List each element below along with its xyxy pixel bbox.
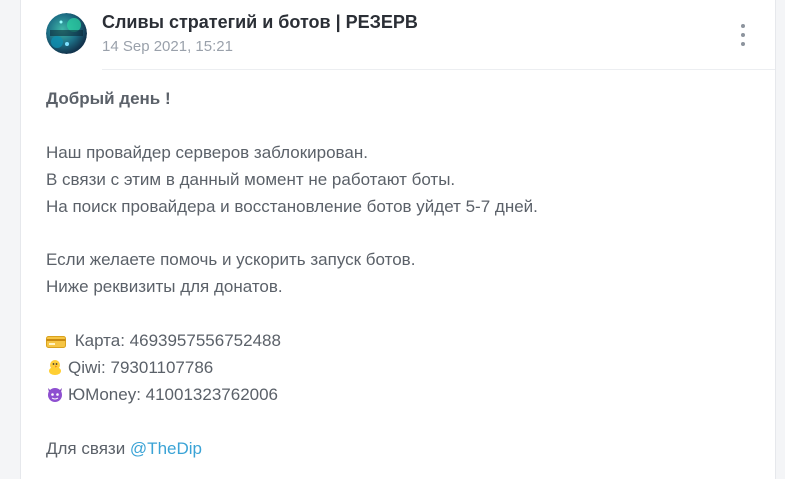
contact-line: Для связи @TheDip — [46, 439, 202, 459]
payment-card-line: Карта: 4693957556752488 — [46, 331, 281, 354]
message-line: Ниже реквизиты для донатов. — [46, 277, 283, 296]
message-line: Если желаете помочь и ускорить запуск бо… — [46, 250, 416, 269]
more-vertical-icon[interactable] — [733, 22, 753, 48]
payment-qiwi-line: Qiwi: 79301107786 — [46, 358, 213, 381]
purple-devil-icon — [46, 385, 64, 408]
chick-icon — [46, 358, 64, 381]
channel-title[interactable]: Сливы стратегий и ботов | РЕЗЕРВ — [102, 12, 418, 33]
greeting-text: Добрый день ! — [46, 89, 171, 108]
message-line: На поиск провайдера и восстановление бот… — [46, 197, 538, 216]
post-card: Сливы стратегий и ботов | РЕЗЕРВ 14 Sep … — [20, 0, 776, 479]
payment-qiwi-text: Qiwi: 79301107786 — [68, 358, 214, 377]
message-line: Наш провайдер серверов заблокирован. — [46, 143, 368, 162]
header-divider — [102, 69, 775, 70]
channel-avatar[interactable] — [46, 13, 87, 54]
post-header: Сливы стратегий и ботов | РЕЗЕРВ 14 Sep … — [21, 0, 775, 70]
payment-card-text: Карта: 4693957556752488 — [70, 331, 281, 350]
credit-card-icon — [46, 334, 66, 354]
payment-yoomoney-line: ЮMoney: 41001323762006 — [46, 385, 278, 408]
channel-logo-icon — [46, 13, 87, 54]
contact-username-link[interactable]: @TheDip — [130, 439, 202, 458]
message-line: В связи с этим в данный момент не работа… — [46, 170, 456, 189]
post-timestamp: 14 Sep 2021, 15:21 — [102, 38, 233, 55]
contact-label: Для связи — [46, 439, 130, 458]
payment-yoomoney-text: ЮMoney: 41001323762006 — [68, 385, 279, 404]
